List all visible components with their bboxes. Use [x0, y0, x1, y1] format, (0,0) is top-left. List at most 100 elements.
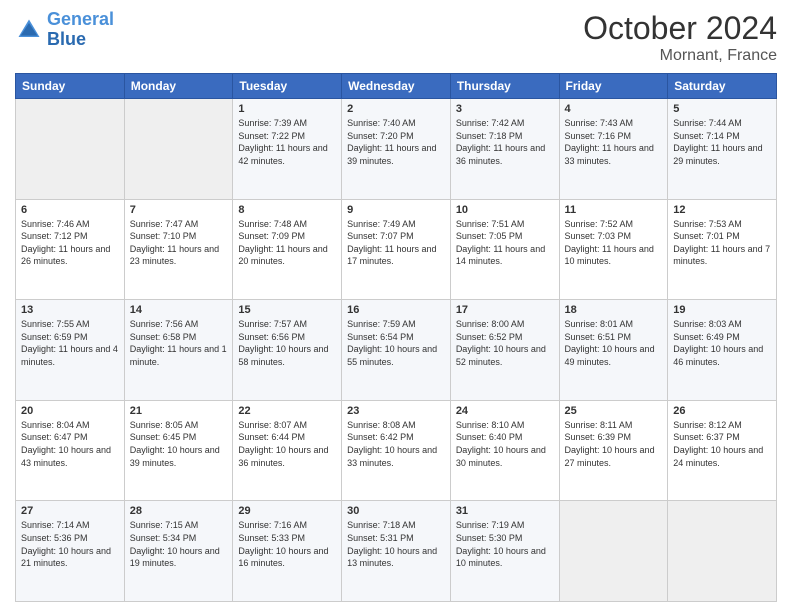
- calendar-header-row: SundayMondayTuesdayWednesdayThursdayFrid…: [16, 74, 777, 99]
- calendar-cell: 13 Sunrise: 7:55 AM Sunset: 6:59 PM Dayli…: [16, 300, 125, 401]
- logo-text: General Blue: [47, 10, 114, 50]
- day-info: Sunrise: 8:07 AM Sunset: 6:44 PM Dayligh…: [238, 419, 336, 469]
- title-block: October 2024 Mornant, France: [583, 10, 777, 65]
- day-info: Sunrise: 7:56 AM Sunset: 6:58 PM Dayligh…: [130, 318, 228, 368]
- calendar-dow-saturday: Saturday: [668, 74, 777, 99]
- calendar-cell: 5Sunrise: 7:44 AM Sunset: 7:14 PM Daylig…: [668, 99, 777, 200]
- day-number: 27: [21, 505, 119, 517]
- calendar-cell: 15Sunrise: 7:57 AM Sunset: 6:56 PM Dayli…: [233, 300, 342, 401]
- day-number: 3: [456, 103, 554, 115]
- calendar-week-2: 6Sunrise: 7:46 AM Sunset: 7:12 PM Daylig…: [16, 199, 777, 300]
- calendar-cell: 9 Sunrise: 7:49 AM Sunset: 7:07 PM Daylig…: [342, 199, 451, 300]
- day-info: Sunrise: 7:14 AM Sunset: 5:36 PM Dayligh…: [21, 519, 119, 569]
- day-info: Sunrise: 8:03 AM Sunset: 6:49 PM Dayligh…: [673, 318, 771, 368]
- day-info: Sunrise: 7:49 AM Sunset: 7:07 PM Dayligh…: [347, 218, 445, 268]
- calendar-cell: 24 Sunrise: 8:10 AM Sunset: 6:40 PM Dayli…: [450, 400, 559, 501]
- calendar-cell: [559, 501, 668, 602]
- day-info: Sunrise: 7:18 AM Sunset: 5:31 PM Dayligh…: [347, 519, 445, 569]
- calendar-cell: [124, 99, 233, 200]
- day-info: Sunrise: 7:39 AM Sunset: 7:22 PM Dayligh…: [238, 117, 336, 167]
- calendar-cell: 16 Sunrise: 7:59 AM Sunset: 6:54 PM Dayli…: [342, 300, 451, 401]
- calendar-dow-tuesday: Tuesday: [233, 74, 342, 99]
- day-info: Sunrise: 8:01 AM Sunset: 6:51 PM Dayligh…: [565, 318, 663, 368]
- day-number: 22: [238, 405, 336, 417]
- calendar-cell: [668, 501, 777, 602]
- day-number: 19: [673, 304, 771, 316]
- day-info: Sunrise: 7:46 AM Sunset: 7:12 PM Dayligh…: [21, 218, 119, 268]
- calendar-cell: 28 Sunrise: 7:15 AM Sunset: 5:34 PM Dayli…: [124, 501, 233, 602]
- day-number: 4: [565, 103, 663, 115]
- calendar-cell: 17Sunrise: 8:00 AM Sunset: 6:52 PM Dayli…: [450, 300, 559, 401]
- calendar-cell: 19 Sunrise: 8:03 AM Sunset: 6:49 PM Dayli…: [668, 300, 777, 401]
- page: General Blue October 2024 Mornant, Franc…: [0, 0, 792, 612]
- day-number: 10: [456, 204, 554, 216]
- day-number: 5: [673, 103, 771, 115]
- calendar-dow-friday: Friday: [559, 74, 668, 99]
- day-info: Sunrise: 7:42 AM Sunset: 7:18 PM Dayligh…: [456, 117, 554, 167]
- calendar-dow-monday: Monday: [124, 74, 233, 99]
- calendar-cell: 23 Sunrise: 8:08 AM Sunset: 6:42 PM Dayli…: [342, 400, 451, 501]
- calendar-cell: 6Sunrise: 7:46 AM Sunset: 7:12 PM Daylig…: [16, 199, 125, 300]
- day-info: Sunrise: 7:48 AM Sunset: 7:09 PM Dayligh…: [238, 218, 336, 268]
- calendar-table: SundayMondayTuesdayWednesdayThursdayFrid…: [15, 73, 777, 602]
- calendar-week-3: 13 Sunrise: 7:55 AM Sunset: 6:59 PM Dayli…: [16, 300, 777, 401]
- day-info: Sunrise: 8:11 AM Sunset: 6:39 PM Dayligh…: [565, 419, 663, 469]
- day-info: Sunrise: 8:12 AM Sunset: 6:37 PM Dayligh…: [673, 419, 771, 469]
- day-info: Sunrise: 7:53 AM Sunset: 7:01 PM Dayligh…: [673, 218, 771, 268]
- day-number: 9: [347, 204, 445, 216]
- calendar-cell: 22 Sunrise: 8:07 AM Sunset: 6:44 PM Dayli…: [233, 400, 342, 501]
- day-number: 7: [130, 204, 228, 216]
- day-number: 18: [565, 304, 663, 316]
- calendar-cell: 31 Sunrise: 7:19 AM Sunset: 5:30 PM Dayli…: [450, 501, 559, 602]
- day-info: Sunrise: 7:51 AM Sunset: 7:05 PM Dayligh…: [456, 218, 554, 268]
- day-number: 24: [456, 405, 554, 417]
- day-number: 29: [238, 505, 336, 517]
- day-info: Sunrise: 8:10 AM Sunset: 6:40 PM Dayligh…: [456, 419, 554, 469]
- day-info: Sunrise: 7:40 AM Sunset: 7:20 PM Dayligh…: [347, 117, 445, 167]
- calendar-cell: 21Sunrise: 8:05 AM Sunset: 6:45 PM Dayli…: [124, 400, 233, 501]
- calendar-cell: 8 Sunrise: 7:48 AM Sunset: 7:09 PM Daylig…: [233, 199, 342, 300]
- day-number: 26: [673, 405, 771, 417]
- calendar-cell: 12 Sunrise: 7:53 AM Sunset: 7:01 PM Dayli…: [668, 199, 777, 300]
- day-number: 14: [130, 304, 228, 316]
- day-number: 12: [673, 204, 771, 216]
- location-title: Mornant, France: [583, 47, 777, 65]
- day-info: Sunrise: 8:08 AM Sunset: 6:42 PM Dayligh…: [347, 419, 445, 469]
- day-number: 11: [565, 204, 663, 216]
- logo-icon: [15, 16, 43, 44]
- calendar-cell: 30Sunrise: 7:18 AM Sunset: 5:31 PM Dayli…: [342, 501, 451, 602]
- day-info: Sunrise: 7:59 AM Sunset: 6:54 PM Dayligh…: [347, 318, 445, 368]
- calendar-cell: 7 Sunrise: 7:47 AM Sunset: 7:10 PM Daylig…: [124, 199, 233, 300]
- calendar-cell: 18 Sunrise: 8:01 AM Sunset: 6:51 PM Dayli…: [559, 300, 668, 401]
- calendar-cell: 20Sunrise: 8:04 AM Sunset: 6:47 PM Dayli…: [16, 400, 125, 501]
- day-info: Sunrise: 7:55 AM Sunset: 6:59 PM Dayligh…: [21, 318, 119, 368]
- day-info: Sunrise: 7:19 AM Sunset: 5:30 PM Dayligh…: [456, 519, 554, 569]
- calendar-week-1: 1 Sunrise: 7:39 AM Sunset: 7:22 PM Daylig…: [16, 99, 777, 200]
- day-info: Sunrise: 7:47 AM Sunset: 7:10 PM Dayligh…: [130, 218, 228, 268]
- calendar-dow-sunday: Sunday: [16, 74, 125, 99]
- logo: General Blue: [15, 10, 114, 50]
- calendar-dow-thursday: Thursday: [450, 74, 559, 99]
- day-info: Sunrise: 7:16 AM Sunset: 5:33 PM Dayligh…: [238, 519, 336, 569]
- day-number: 16: [347, 304, 445, 316]
- month-title: October 2024: [583, 10, 777, 47]
- day-info: Sunrise: 7:57 AM Sunset: 6:56 PM Dayligh…: [238, 318, 336, 368]
- calendar-cell: 11Sunrise: 7:52 AM Sunset: 7:03 PM Dayli…: [559, 199, 668, 300]
- day-number: 28: [130, 505, 228, 517]
- calendar-cell: 29 Sunrise: 7:16 AM Sunset: 5:33 PM Dayli…: [233, 501, 342, 602]
- calendar-cell: 10 Sunrise: 7:51 AM Sunset: 7:05 PM Dayli…: [450, 199, 559, 300]
- day-info: Sunrise: 7:15 AM Sunset: 5:34 PM Dayligh…: [130, 519, 228, 569]
- calendar-dow-wednesday: Wednesday: [342, 74, 451, 99]
- calendar-cell: 3 Sunrise: 7:42 AM Sunset: 7:18 PM Daylig…: [450, 99, 559, 200]
- calendar-cell: 2 Sunrise: 7:40 AM Sunset: 7:20 PM Daylig…: [342, 99, 451, 200]
- calendar-cell: 27 Sunrise: 7:14 AM Sunset: 5:36 PM Dayli…: [16, 501, 125, 602]
- day-number: 23: [347, 405, 445, 417]
- day-number: 8: [238, 204, 336, 216]
- day-number: 2: [347, 103, 445, 115]
- calendar-cell: 1 Sunrise: 7:39 AM Sunset: 7:22 PM Daylig…: [233, 99, 342, 200]
- calendar-week-4: 20Sunrise: 8:04 AM Sunset: 6:47 PM Dayli…: [16, 400, 777, 501]
- day-number: 31: [456, 505, 554, 517]
- day-number: 13: [21, 304, 119, 316]
- day-number: 1: [238, 103, 336, 115]
- day-info: Sunrise: 8:04 AM Sunset: 6:47 PM Dayligh…: [21, 419, 119, 469]
